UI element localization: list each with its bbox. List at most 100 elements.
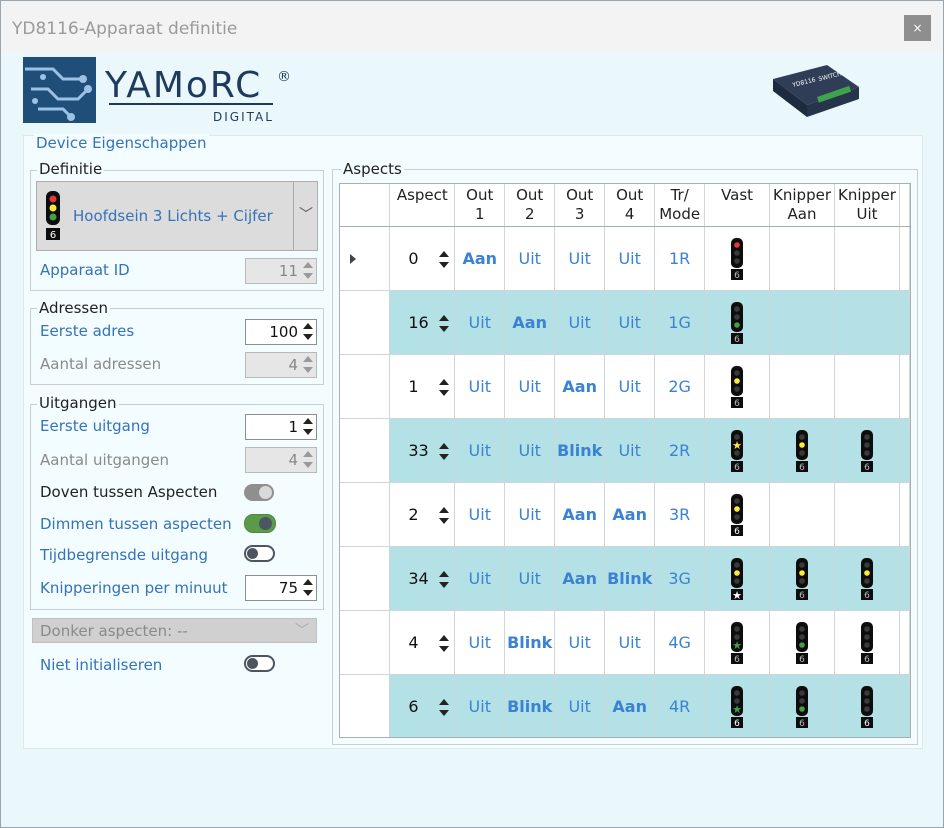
out3-cell[interactable]: Uit — [554, 674, 606, 737]
vast-cell[interactable]: ★ — [704, 546, 771, 611]
close-button[interactable]: × — [904, 15, 931, 41]
table-row[interactable]: 6 Uit Blink Uit Aan 4R ★ 6 6 6 — [340, 674, 910, 737]
row-selector[interactable] — [340, 226, 391, 291]
out2-cell[interactable]: Aan — [504, 290, 556, 355]
vast-cell[interactable]: ★ 6 — [704, 674, 771, 737]
vast-cell[interactable]: 6 — [704, 290, 771, 355]
out1-cell[interactable]: Uit — [454, 546, 506, 611]
arrow-down-icon[interactable] — [439, 646, 450, 652]
chevron-down-icon[interactable]: ﹀ — [299, 204, 313, 224]
out2-cell[interactable]: Uit — [504, 354, 556, 419]
row-selector[interactable] — [340, 674, 391, 737]
arrow-down-icon[interactable] — [439, 582, 450, 588]
header-out3[interactable]: Out 3 — [554, 184, 606, 227]
vast-cell[interactable]: ★ 6 — [704, 418, 771, 483]
out4-cell[interactable]: Uit — [604, 290, 656, 355]
knipper-aan-cell[interactable]: 6 — [769, 546, 835, 611]
aspect-cell[interactable]: 6 — [389, 674, 456, 737]
aspect-spinner[interactable] — [438, 633, 450, 655]
arrow-down-icon[interactable] — [439, 326, 450, 332]
out4-cell[interactable]: Aan — [604, 482, 656, 547]
knipper-uit-cell[interactable] — [834, 226, 900, 291]
arrow-up-icon[interactable] — [439, 251, 450, 257]
out1-cell[interactable]: Uit — [454, 418, 506, 483]
header-vast[interactable]: Vast — [704, 184, 771, 227]
arrow-down-icon[interactable] — [439, 390, 450, 396]
aspect-cell[interactable]: 34 — [389, 546, 456, 611]
out1-cell[interactable]: Uit — [454, 610, 506, 675]
header-out4[interactable]: Out 4 — [604, 184, 656, 227]
out3-cell[interactable]: Aan — [554, 354, 606, 419]
out2-cell[interactable]: Uit — [504, 226, 556, 291]
arrow-up-icon[interactable] — [439, 635, 450, 641]
header-out1[interactable]: Out 1 — [454, 184, 506, 227]
out2-cell[interactable]: Uit — [504, 418, 556, 483]
arrow-up-icon[interactable] — [303, 418, 313, 424]
vast-cell[interactable]: 6 — [704, 226, 771, 291]
arrow-up-icon[interactable] — [303, 323, 313, 329]
arrow-up-icon[interactable] — [439, 699, 450, 705]
knipper-uit-cell[interactable]: 6 — [834, 418, 900, 483]
knipper-aan-cell[interactable] — [769, 226, 835, 291]
mode-cell[interactable]: 2G — [654, 354, 706, 419]
vast-cell[interactable]: ★ 6 — [704, 610, 771, 675]
aspect-spinner[interactable] — [438, 697, 450, 719]
aspect-spinner[interactable] — [438, 313, 450, 335]
vast-cell[interactable]: 6 — [704, 482, 771, 547]
out4-cell[interactable]: Aan — [604, 674, 656, 737]
knipper-aan-cell[interactable]: 6 — [769, 418, 835, 483]
out4-cell[interactable]: Uit — [604, 226, 656, 291]
eerste-uitgang-spinner[interactable]: 1 — [245, 414, 317, 440]
knipper-uit-cell[interactable]: 6 — [834, 546, 900, 611]
aspect-spinner[interactable] — [438, 569, 450, 591]
out1-cell[interactable]: Aan — [454, 226, 506, 291]
niet-initialiseren-toggle[interactable] — [244, 655, 275, 672]
out3-cell[interactable]: Uit — [554, 290, 606, 355]
row-selector[interactable] — [340, 290, 391, 355]
header-mode[interactable]: Tr/Mode — [654, 184, 706, 227]
header-knipper-aan[interactable]: Knipper Aan — [769, 184, 835, 227]
out4-cell[interactable]: Blink — [604, 546, 656, 611]
table-row[interactable]: 34 Uit Uit Aan Blink 3G ★ 6 6 — [340, 546, 910, 611]
header-knipper-uit[interactable]: Knipper Uit — [834, 184, 900, 227]
arrow-up-icon[interactable] — [439, 571, 450, 577]
out1-cell[interactable]: Uit — [454, 354, 506, 419]
arrow-down-icon[interactable] — [439, 262, 450, 268]
aspects-grid[interactable]: Aspect Out 1 Out 2 Out 3 Out 4 Tr/Mode Vast … — [339, 183, 911, 738]
arrow-up-icon[interactable] — [439, 315, 450, 321]
tijdbegrensde-toggle[interactable] — [244, 545, 275, 562]
aspect-spinner[interactable] — [438, 249, 450, 271]
out1-cell[interactable]: Uit — [454, 290, 506, 355]
aspect-spinner[interactable] — [438, 505, 450, 527]
arrow-up-icon[interactable] — [439, 443, 450, 449]
arrow-up-icon[interactable] — [439, 379, 450, 385]
out3-cell[interactable]: Aan — [554, 546, 606, 611]
row-selector[interactable] — [340, 610, 391, 675]
knipper-aan-cell[interactable] — [769, 290, 835, 355]
mode-cell[interactable]: 2R — [654, 418, 706, 483]
arrow-up-icon[interactable] — [303, 579, 313, 585]
table-row[interactable]: 2 Uit Uit Aan Aan 3R 6 — [340, 482, 910, 547]
knipper-aan-cell[interactable]: 6 — [769, 610, 835, 675]
mode-cell[interactable]: 3R — [654, 482, 706, 547]
knipper-aan-cell[interactable]: 6 — [769, 674, 835, 737]
table-row[interactable]: 16 Uit Aan Uit Uit 1G 6 — [340, 290, 910, 355]
out2-cell[interactable]: Uit — [504, 546, 556, 611]
arrow-down-icon[interactable] — [439, 710, 450, 716]
doven-toggle[interactable] — [244, 484, 274, 501]
knipper-uit-cell[interactable]: 6 — [834, 674, 900, 737]
out3-cell[interactable]: Uit — [554, 610, 606, 675]
table-row[interactable]: 0 Aan Uit Uit Uit 1R 6 — [340, 226, 910, 291]
mode-cell[interactable]: 4G — [654, 610, 706, 675]
aspect-cell[interactable]: 1 — [389, 354, 456, 419]
aspect-cell[interactable]: 2 — [389, 482, 456, 547]
knipper-aan-cell[interactable] — [769, 354, 835, 419]
arrow-down-icon[interactable] — [303, 429, 313, 435]
table-row[interactable]: 33 Uit Uit Blink Uit 2R ★ 6 6 6 — [340, 418, 910, 483]
row-selector[interactable] — [340, 354, 391, 419]
aspect-spinner[interactable] — [438, 377, 450, 399]
mode-cell[interactable]: 1G — [654, 290, 706, 355]
knipper-uit-cell[interactable] — [834, 354, 900, 419]
dimmen-toggle[interactable] — [244, 514, 276, 533]
definition-combobox[interactable]: 6 Hoofdsein 3 Lichts + Cijfer ﹀ — [36, 181, 318, 251]
